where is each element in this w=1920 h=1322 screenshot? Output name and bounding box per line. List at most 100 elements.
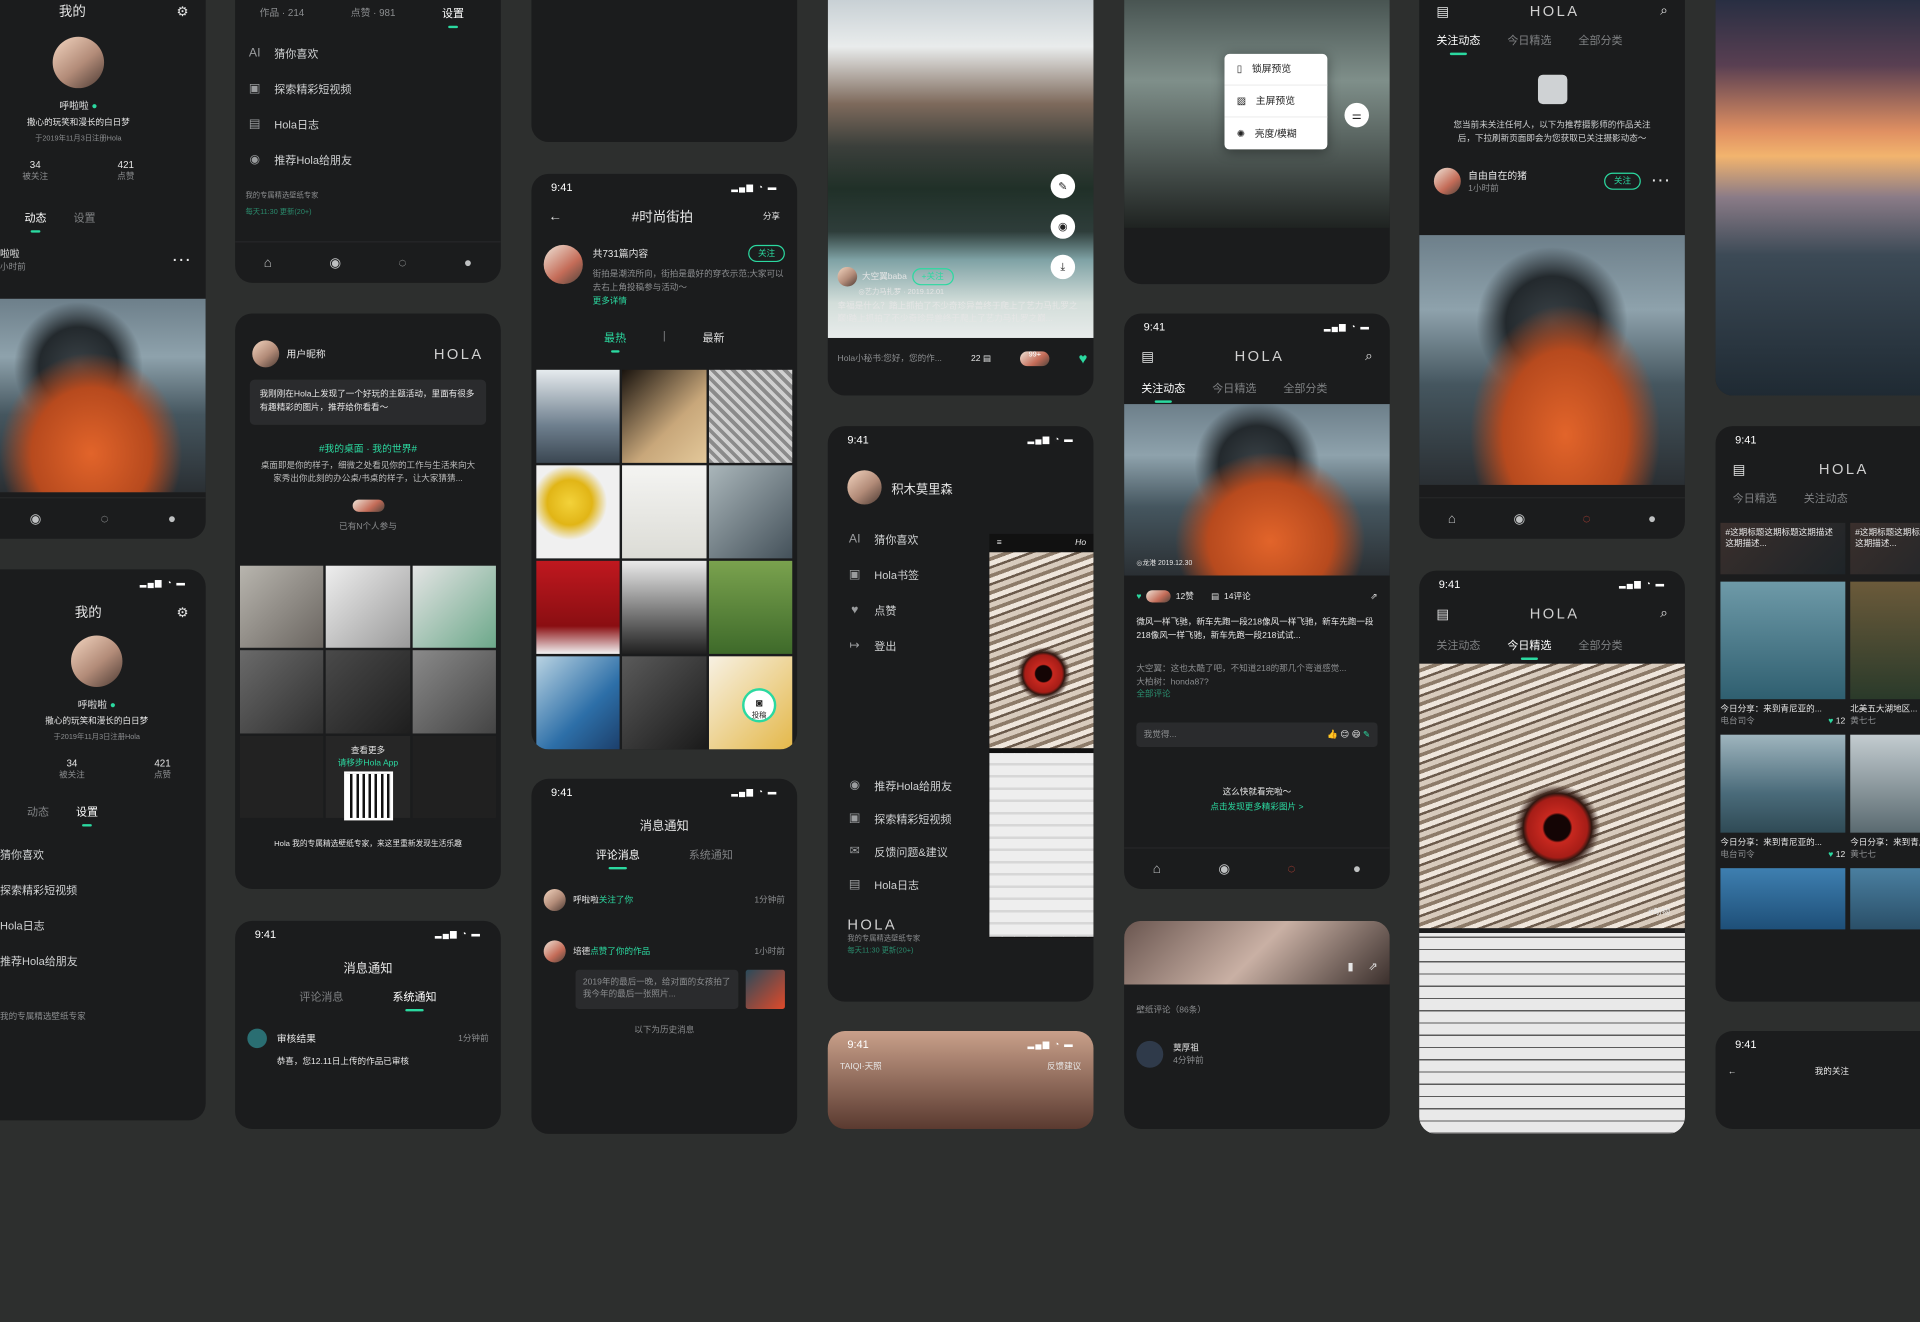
share-button[interactable]: 分享 bbox=[763, 211, 780, 223]
tab-all[interactable]: 全部分类 bbox=[1578, 32, 1622, 48]
photo-tile[interactable] bbox=[1720, 868, 1846, 930]
tab-follow[interactable]: 关注动态 bbox=[1141, 380, 1185, 403]
settings-item-videos[interactable]: ▣ 探索精彩短视频 bbox=[235, 71, 501, 107]
chat-icon[interactable]: ◌ bbox=[399, 255, 407, 270]
tab-follow[interactable]: 关注动态 bbox=[1436, 32, 1480, 56]
avatar[interactable] bbox=[837, 266, 858, 287]
drawer-item-feedback[interactable]: ✉ 反馈问题&建议 bbox=[835, 835, 952, 868]
share-icon[interactable]: ⇗ bbox=[1368, 960, 1377, 973]
explore-icon[interactable]: ◉ bbox=[329, 255, 341, 271]
qr-code[interactable] bbox=[343, 771, 393, 821]
avatar[interactable] bbox=[52, 36, 105, 89]
lock-preview-option[interactable]: ▯ 锁屏预览 bbox=[1224, 54, 1328, 86]
feedback-link[interactable]: 反馈建议 bbox=[1047, 1060, 1081, 1072]
eye-icon[interactable]: ◉ bbox=[1050, 214, 1076, 239]
liker-avatars[interactable] bbox=[1146, 590, 1171, 603]
tab-all[interactable]: 全部分类 bbox=[1283, 380, 1327, 396]
post-button[interactable]: ◙ 投稿 bbox=[742, 688, 777, 723]
photo-tag[interactable]: #动物 bbox=[1648, 906, 1670, 918]
post-photo[interactable] bbox=[1419, 235, 1685, 485]
notif-user[interactable]: 培德 bbox=[573, 945, 590, 957]
search-icon[interactable]: ⌕ bbox=[1660, 3, 1668, 19]
follow-button[interactable]: 关注 bbox=[1604, 172, 1641, 190]
settings-item-log[interactable]: ▤ Hola日志 bbox=[235, 107, 501, 143]
more-link[interactable]: 更多详情 bbox=[593, 295, 785, 307]
settings-item[interactable]: 猜你喜欢 bbox=[0, 836, 206, 872]
baking-photo[interactable] bbox=[989, 753, 1094, 937]
chat-icon[interactable]: ◌ bbox=[1583, 511, 1591, 526]
user-icon[interactable]: ● bbox=[1353, 861, 1361, 876]
calendar-icon[interactable]: ▤ bbox=[1436, 606, 1449, 622]
topic-card[interactable]: #这期标题这期标题这期描述这期描述... bbox=[1720, 522, 1846, 575]
tab-system[interactable]: 系统通知 bbox=[689, 846, 733, 862]
home-icon[interactable]: ⌂ bbox=[264, 255, 272, 270]
chat-icon[interactable]: ◌ bbox=[101, 511, 109, 526]
heart-icon[interactable]: ♥ bbox=[1079, 350, 1088, 367]
heart-icon[interactable]: ♥ bbox=[1136, 592, 1141, 601]
author-name[interactable]: 大空翼baba bbox=[862, 271, 907, 283]
follow-button[interactable]: 关注 bbox=[748, 244, 785, 263]
gear-icon[interactable]: ⚙ bbox=[176, 604, 188, 621]
photo-tile[interactable] bbox=[1720, 734, 1846, 833]
calendar-icon[interactable]: ▤ bbox=[1141, 348, 1154, 365]
tab-settings[interactable]: 设置 bbox=[73, 209, 95, 225]
all-comments-link[interactable]: 全部评论 bbox=[1136, 689, 1377, 702]
drawer-item-log[interactable]: ▤ Hola日志 bbox=[835, 868, 952, 901]
avatar[interactable] bbox=[1136, 1040, 1164, 1068]
tab-today[interactable]: 今日精选 bbox=[1507, 637, 1551, 661]
tab-follow[interactable]: 关注动态 bbox=[1436, 637, 1480, 653]
tab-today[interactable]: 今日精选 bbox=[1507, 32, 1551, 48]
tab-settings[interactable]: 设置 bbox=[76, 803, 98, 827]
brightness-option[interactable]: ✺ 亮度/模糊 bbox=[1225, 118, 1328, 150]
explore-icon[interactable]: ◉ bbox=[1218, 861, 1230, 877]
user-icon[interactable]: ● bbox=[464, 255, 472, 270]
more-icon[interactable]: ··· bbox=[171, 249, 191, 271]
edit-icon[interactable]: ✎ bbox=[1050, 173, 1076, 199]
chat-icon[interactable]: ◌ bbox=[1288, 861, 1296, 876]
tab-system[interactable]: 系统通知 bbox=[392, 988, 437, 1012]
tab-feed[interactable]: 动态 bbox=[27, 803, 49, 819]
tab-comments[interactable]: 评论消息 bbox=[299, 988, 343, 1004]
menu-icon[interactable]: ≡ bbox=[997, 539, 1002, 548]
avatar[interactable] bbox=[71, 635, 123, 687]
follow-button[interactable]: +关注 bbox=[911, 268, 954, 286]
author-name[interactable]: 自由自在的猪 bbox=[1468, 168, 1527, 181]
photo-tile[interactable] bbox=[1720, 581, 1846, 700]
user-icon[interactable]: ● bbox=[168, 511, 176, 526]
sunset-wallpaper[interactable] bbox=[1715, 0, 1920, 396]
peek-panel[interactable]: ≡ Ho bbox=[989, 533, 1094, 938]
post-photo[interactable] bbox=[1124, 404, 1390, 576]
avatar[interactable] bbox=[543, 888, 566, 912]
gear-icon[interactable]: ⚙ bbox=[176, 3, 188, 19]
bookmark-icon[interactable]: ▮ bbox=[1348, 960, 1354, 973]
comment-input[interactable]: 我觉得... bbox=[1144, 729, 1177, 741]
featured-photo[interactable] bbox=[1419, 663, 1685, 929]
settings-item[interactable]: 探索精彩短视频 bbox=[0, 872, 206, 908]
drawer-item-videos[interactable]: ▣ 探索精彩短视频 bbox=[835, 802, 952, 835]
liker-avatars[interactable]: 99+ bbox=[1020, 351, 1050, 367]
lock-user[interactable]: TAIQI·天照 bbox=[840, 1060, 882, 1072]
calendar-icon[interactable]: ▤ bbox=[1436, 3, 1449, 19]
settings-item[interactable]: Hola日志 bbox=[0, 907, 206, 943]
home-icon[interactable]: ⌂ bbox=[1448, 511, 1456, 526]
back-icon[interactable]: ← bbox=[549, 209, 562, 224]
comment-preview[interactable]: Hola小秘书:您好，您的作... bbox=[838, 353, 942, 365]
calendar-icon[interactable]: ▤ bbox=[1733, 461, 1746, 477]
tab-hot[interactable]: 最热 bbox=[604, 329, 626, 353]
discover-more-link[interactable]: 点击发现更多精彩图片 > bbox=[1124, 801, 1390, 813]
topic-card[interactable]: #这期标题这期标题这期描述这期描述... bbox=[1850, 522, 1920, 575]
tab-comments[interactable]: 评论消息 bbox=[596, 846, 640, 870]
user-icon[interactable]: ● bbox=[1648, 511, 1656, 526]
settings-item-recommend[interactable]: ◉ 推荐Hola给朋友 bbox=[235, 142, 501, 178]
second-photo[interactable] bbox=[1419, 933, 1685, 1134]
tab-today[interactable]: 今日精选 bbox=[1733, 490, 1777, 506]
explore-icon[interactable]: ◉ bbox=[1513, 511, 1525, 527]
post-photo[interactable] bbox=[0, 298, 206, 493]
tab-feed[interactable]: 动态 bbox=[24, 209, 47, 233]
drawer-item-recommend[interactable]: ◉ 推荐Hola给朋友 bbox=[835, 769, 952, 802]
tab-all[interactable]: 全部分类 bbox=[1578, 637, 1622, 653]
photo-tile[interactable] bbox=[1850, 734, 1920, 833]
comment-icon[interactable]: ▤ bbox=[983, 355, 991, 364]
settings-slider-icon[interactable]: ⚌ bbox=[1344, 102, 1369, 128]
owl-photo[interactable] bbox=[989, 552, 1094, 749]
